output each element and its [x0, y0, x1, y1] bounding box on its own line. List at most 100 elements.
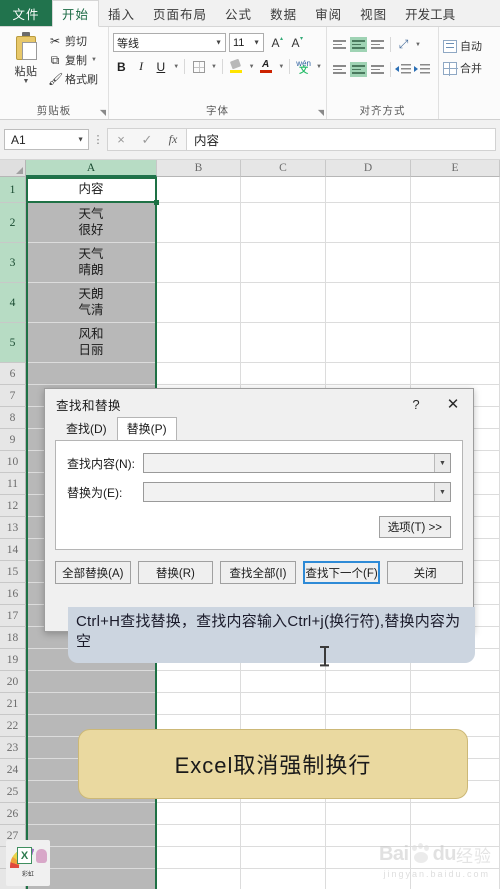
row-header-22[interactable]: 22 — [0, 715, 26, 737]
copy-dropdown-icon[interactable]: ▼ — [91, 57, 97, 63]
row-header-5[interactable]: 5 — [0, 323, 26, 363]
clipboard-dialog-launcher-icon[interactable]: ◥ — [100, 108, 106, 117]
format-painter-button[interactable]: 🖌 格式刷 — [48, 71, 98, 87]
column-header-e[interactable]: E — [411, 160, 500, 177]
align-left-button[interactable] — [331, 62, 348, 77]
cell-B27[interactable] — [157, 825, 241, 847]
cell-A21[interactable] — [26, 693, 157, 715]
font-color-dropdown-icon[interactable]: ▼ — [278, 64, 284, 70]
tab-developer[interactable]: 开发工具 — [396, 0, 464, 26]
row-header-3[interactable]: 3 — [0, 243, 26, 283]
font-color-button[interactable]: A — [258, 58, 275, 76]
tab-replace[interactable]: 替换(P) — [116, 417, 177, 440]
row-header-16[interactable]: 16 — [0, 583, 26, 605]
align-center-button[interactable] — [350, 62, 367, 77]
row-header-19[interactable]: 19 — [0, 649, 26, 671]
italic-button[interactable]: I — [133, 58, 150, 76]
tab-view[interactable]: 视图 — [351, 0, 396, 26]
cell-C5[interactable] — [241, 323, 326, 363]
cell-A2[interactable]: 天气 很好 — [26, 203, 157, 243]
cell-A4[interactable]: 天朗 气清 — [26, 283, 157, 323]
cell-D4[interactable] — [326, 283, 411, 323]
copy-button[interactable]: ⧉ 复制 ▼ — [48, 52, 98, 68]
decrease-indent-button[interactable] — [395, 62, 412, 77]
phonetic-guide-button[interactable]: wén 文 — [295, 58, 312, 76]
cell-B1[interactable] — [157, 177, 241, 203]
increase-indent-button[interactable] — [414, 62, 431, 77]
cell-B3[interactable] — [157, 243, 241, 283]
row-header-13[interactable]: 13 — [0, 517, 26, 539]
cell-E5[interactable] — [411, 323, 500, 363]
row-header-4[interactable]: 4 — [0, 283, 26, 323]
cell-E3[interactable] — [411, 243, 500, 283]
cell-E1[interactable] — [411, 177, 500, 203]
row-header-6[interactable]: 6 — [0, 363, 26, 385]
orientation-dropdown-icon[interactable]: ▼ — [415, 42, 421, 48]
align-right-button[interactable] — [369, 62, 386, 77]
cut-button[interactable]: ✂ 剪切 — [48, 33, 98, 49]
cell-E6[interactable] — [411, 363, 500, 385]
cell-A6[interactable] — [26, 363, 157, 385]
row-header-10[interactable]: 10 — [0, 451, 26, 473]
cell-D1[interactable] — [326, 177, 411, 203]
replace-button[interactable]: 替换(R) — [137, 561, 214, 584]
align-bottom-button[interactable] — [369, 37, 386, 52]
cell-A20[interactable] — [26, 671, 157, 693]
borders-dropdown-icon[interactable]: ▼ — [211, 64, 217, 70]
cell-B21[interactable] — [157, 693, 241, 715]
tab-data[interactable]: 数据 — [261, 0, 306, 26]
row-header-20[interactable]: 20 — [0, 671, 26, 693]
find-input[interactable]: ▼ — [143, 453, 451, 473]
cell-C3[interactable] — [241, 243, 326, 283]
cell-B20[interactable] — [157, 671, 241, 693]
align-top-button[interactable] — [331, 37, 348, 52]
column-header-c[interactable]: C — [241, 160, 326, 177]
row-header-2[interactable]: 2 — [0, 203, 26, 243]
cell-A26[interactable] — [26, 803, 157, 825]
align-middle-button[interactable] — [350, 37, 367, 52]
help-icon[interactable]: ? — [399, 389, 433, 419]
row-header-18[interactable]: 18 — [0, 627, 26, 649]
column-header-b[interactable]: B — [157, 160, 241, 177]
cell-D6[interactable] — [326, 363, 411, 385]
tab-home[interactable]: 开始 — [52, 0, 100, 27]
cell-E4[interactable] — [411, 283, 500, 323]
options-button[interactable]: 选项(T) >> — [378, 516, 451, 538]
bold-button[interactable]: B — [113, 58, 130, 76]
row-header-9[interactable]: 9 — [0, 429, 26, 451]
cell-A1[interactable]: 内容 — [26, 177, 157, 203]
cell-E21[interactable] — [411, 693, 500, 715]
cell-B28[interactable] — [157, 847, 241, 869]
tab-page-layout[interactable]: 页面布局 — [144, 0, 216, 26]
row-header-17[interactable]: 17 — [0, 605, 26, 627]
cell-A3[interactable]: 天气 晴朗 — [26, 243, 157, 283]
fill-color-button[interactable] — [228, 58, 245, 76]
cell-C20[interactable] — [241, 671, 326, 693]
column-header-d[interactable]: D — [326, 160, 411, 177]
replace-input[interactable]: ▼ — [143, 482, 451, 502]
insert-function-icon[interactable]: fx — [160, 129, 186, 150]
underline-dropdown-icon[interactable]: ▼ — [173, 64, 179, 70]
dialog-titlebar[interactable]: 查找和替换 ? ✕ — [45, 389, 473, 419]
row-header-7[interactable]: 7 — [0, 385, 26, 407]
row-header-12[interactable]: 12 — [0, 495, 26, 517]
wrap-text-button[interactable]: 自动 — [443, 35, 494, 57]
cancel-icon[interactable]: × — [108, 129, 134, 150]
paste-dropdown-icon[interactable]: ▼ — [23, 78, 30, 85]
cell-B2[interactable] — [157, 203, 241, 243]
replace-all-button[interactable]: 全部替换(A) — [55, 561, 131, 584]
row-header-25[interactable]: 25 — [0, 781, 26, 803]
font-name-combo[interactable]: 等线 ▼ — [113, 33, 226, 52]
tab-review[interactable]: 审阅 — [306, 0, 351, 26]
cell-D3[interactable] — [326, 243, 411, 283]
font-size-combo[interactable]: 11 ▼ — [229, 33, 264, 52]
cell-D26[interactable] — [326, 803, 411, 825]
cell-B29[interactable] — [157, 869, 241, 889]
cell-B4[interactable] — [157, 283, 241, 323]
row-header-26[interactable]: 26 — [0, 803, 26, 825]
formula-input[interactable]: 内容 — [186, 128, 496, 151]
cell-C2[interactable] — [241, 203, 326, 243]
close-icon[interactable]: ✕ — [433, 389, 473, 419]
name-box[interactable]: A1 ▼ — [4, 129, 89, 150]
cell-B26[interactable] — [157, 803, 241, 825]
